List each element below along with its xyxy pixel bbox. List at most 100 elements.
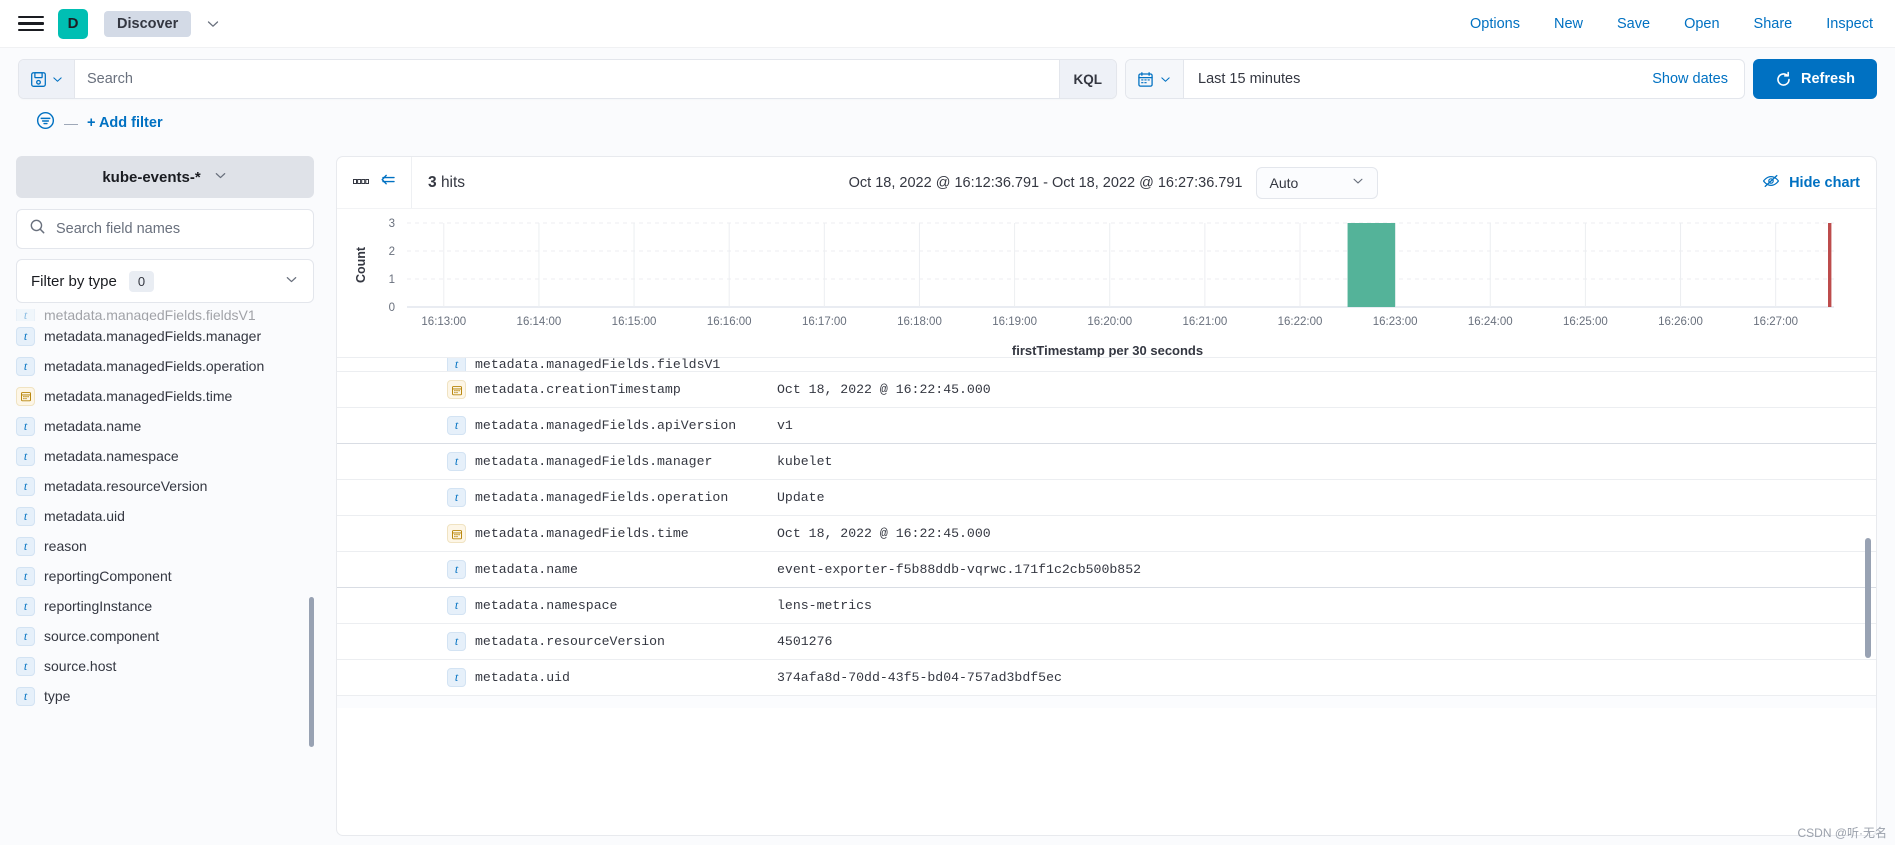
sidebar-field-item[interactable]: t metadata.name bbox=[16, 411, 314, 441]
string-type-icon: t bbox=[447, 358, 466, 371]
string-type-icon: t bbox=[447, 632, 466, 651]
show-dates-button[interactable]: Show dates bbox=[1636, 71, 1744, 87]
sidebar-field-item[interactable]: t reason bbox=[16, 531, 314, 561]
string-type-icon: t bbox=[16, 536, 35, 556]
sidebar-field-name: metadata.managedFields.fieldsV1 bbox=[44, 309, 256, 321]
sidebar-field-item[interactable]: t metadata.managedFields.fieldsV1 bbox=[16, 309, 314, 321]
table-row[interactable]: t metadata.name event-exporter-f5b88ddb-vq… bbox=[337, 552, 1876, 588]
string-type-icon: t bbox=[16, 326, 35, 346]
nav-options-button[interactable]: Options bbox=[1470, 16, 1520, 32]
hide-chart-button[interactable]: Hide chart bbox=[1762, 173, 1860, 193]
row-field-cell: t metadata.name bbox=[447, 560, 777, 579]
query-language-badge[interactable]: KQL bbox=[1058, 60, 1116, 98]
filter-icon[interactable] bbox=[36, 111, 55, 135]
table-row[interactable]: t metadata.managedFields.fieldsV1 bbox=[337, 358, 1876, 372]
grid-dots-icon[interactable] bbox=[353, 174, 370, 192]
table-row[interactable]: t metadata.namespace lens-metrics bbox=[337, 588, 1876, 624]
svg-text:1: 1 bbox=[389, 274, 395, 286]
sidebar-field-item[interactable]: t metadata.namespace bbox=[16, 441, 314, 471]
string-type-icon: t bbox=[16, 566, 35, 586]
nav-share-button[interactable]: Share bbox=[1754, 16, 1793, 32]
chevron-down-icon bbox=[284, 272, 299, 290]
query-bar: KQL Last 15 minutes Show dates bbox=[0, 48, 1895, 146]
table-row[interactable]: t metadata.resourceVersion 4501276 bbox=[337, 624, 1876, 660]
sidebar-scrollbar[interactable] bbox=[309, 597, 314, 747]
collapse-left-icon[interactable] bbox=[379, 172, 397, 193]
discover-panel: 3 hits Oct 18, 2022 @ 16:12:36.791 - Oct… bbox=[336, 156, 1877, 836]
filter-by-type-label: Filter by type bbox=[31, 272, 117, 290]
row-field-cell: t metadata.resourceVersion bbox=[447, 632, 777, 651]
hits-label: hits bbox=[440, 173, 466, 191]
string-type-icon: t bbox=[16, 626, 35, 646]
chevron-down-icon[interactable] bbox=[205, 16, 221, 32]
sidebar-field-item[interactable]: t metadata.managedFields.manager bbox=[16, 321, 314, 351]
sidebar-field-name: metadata.resourceVersion bbox=[44, 478, 208, 494]
row-field-value: kubelet bbox=[777, 454, 833, 469]
sidebar-field-item[interactable]: t source.host bbox=[16, 651, 314, 681]
string-type-icon: t bbox=[447, 596, 466, 615]
svg-text:16:22:00: 16:22:00 bbox=[1278, 316, 1323, 328]
interval-select[interactable]: Auto bbox=[1256, 166, 1379, 199]
index-pattern-selector[interactable]: kube-events-* bbox=[16, 156, 314, 198]
sidebar-field-name: metadata.managedFields.operation bbox=[44, 358, 265, 374]
sidebar-field-item[interactable]: t source.component bbox=[16, 621, 314, 651]
nav-inspect-button[interactable]: Inspect bbox=[1826, 16, 1873, 32]
table-row[interactable]: metadata.managedFields.time Oct 18, 2022 … bbox=[337, 516, 1876, 552]
document-table-scrollbar[interactable] bbox=[1865, 538, 1871, 658]
svg-text:16:23:00: 16:23:00 bbox=[1373, 316, 1418, 328]
field-list[interactable]: t metadata.managedFields.fieldsV1 t metadat… bbox=[16, 307, 314, 845]
nav-save-button[interactable]: Save bbox=[1617, 16, 1650, 32]
sidebar-field-item[interactable]: t type bbox=[16, 681, 314, 711]
histogram-chart[interactable]: 0 1 2 3 Count 16:13:00 16:14:00 16:15:00 16:16:0… bbox=[337, 209, 1876, 358]
hamburger-icon[interactable] bbox=[18, 14, 44, 34]
table-row[interactable]: t metadata.managedFields.apiVersion v1 bbox=[337, 408, 1876, 444]
field-search-input[interactable] bbox=[56, 221, 301, 237]
svg-text:16:15:00: 16:15:00 bbox=[612, 316, 657, 328]
row-field-name: metadata.managedFields.operation bbox=[475, 490, 729, 505]
row-field-name: metadata.managedFields.fieldsV1 bbox=[475, 358, 721, 372]
table-row[interactable]: t metadata.managedFields.manager kubelet bbox=[337, 444, 1876, 480]
chart-header-icons bbox=[337, 157, 412, 208]
string-type-icon: t bbox=[447, 488, 466, 507]
date-type-icon bbox=[16, 386, 35, 406]
calendar-icon[interactable] bbox=[1126, 60, 1184, 98]
table-row[interactable]: metadata.creationTimestamp Oct 18, 2022 @… bbox=[337, 372, 1876, 408]
nav-open-button[interactable]: Open bbox=[1684, 16, 1719, 32]
nav-new-button[interactable]: New bbox=[1554, 16, 1583, 32]
svg-text:16:16:00: 16:16:00 bbox=[707, 316, 752, 328]
sidebar-field-item[interactable]: t metadata.uid bbox=[16, 501, 314, 531]
space-avatar[interactable]: D bbox=[58, 8, 88, 39]
sidebar-field-item[interactable]: metadata.managedFields.time bbox=[16, 381, 314, 411]
string-type-icon: t bbox=[16, 356, 35, 376]
refresh-button[interactable]: Refresh bbox=[1753, 59, 1877, 99]
table-row[interactable]: t metadata.managedFields.operation Update bbox=[337, 480, 1876, 516]
top-navigation-bar: D Discover Options New Save Open Share I… bbox=[0, 0, 1895, 48]
sidebar-field-name: metadata.name bbox=[44, 418, 142, 434]
breadcrumb[interactable]: Discover bbox=[104, 10, 192, 37]
filter-by-type-button[interactable]: Filter by type 0 bbox=[16, 259, 314, 303]
hits-number: 3 bbox=[428, 173, 437, 191]
svg-text:16:27:00: 16:27:00 bbox=[1753, 316, 1798, 328]
svg-text:16:21:00: 16:21:00 bbox=[1182, 316, 1227, 328]
row-field-value: 374afa8d-70dd-43f5-bd04-757ad3bdf5ec bbox=[777, 670, 1062, 685]
add-filter-button[interactable]: + Add filter bbox=[87, 115, 163, 131]
search-input[interactable] bbox=[75, 71, 1059, 87]
table-row[interactable]: t metadata.uid 374afa8d-70dd-43f5-bd04-757… bbox=[337, 660, 1876, 696]
search-icon bbox=[29, 218, 46, 240]
row-field-name: metadata.managedFields.manager bbox=[475, 454, 713, 469]
row-field-value: Oct 18, 2022 @ 16:22:45.000 bbox=[777, 382, 991, 397]
sidebar-field-item[interactable]: t metadata.resourceVersion bbox=[16, 471, 314, 501]
chart-time-range-group: Oct 18, 2022 @ 16:12:36.791 - Oct 18, 20… bbox=[465, 166, 1762, 199]
sidebar-field-item[interactable]: t reportingInstance bbox=[16, 591, 314, 621]
row-field-name: metadata.creationTimestamp bbox=[475, 382, 681, 397]
svg-text:16:14:00: 16:14:00 bbox=[517, 316, 562, 328]
chart-header: 3 hits Oct 18, 2022 @ 16:12:36.791 - Oct… bbox=[337, 157, 1876, 209]
filter-by-type-count: 0 bbox=[128, 270, 155, 292]
sidebar-field-item[interactable]: t reportingComponent bbox=[16, 561, 314, 591]
saved-query-button[interactable] bbox=[19, 60, 75, 98]
svg-text:16:18:00: 16:18:00 bbox=[897, 316, 942, 328]
date-picker: Last 15 minutes Show dates bbox=[1125, 59, 1745, 99]
sidebar-field-name: metadata.managedFields.manager bbox=[44, 328, 262, 344]
sidebar-field-item[interactable]: t metadata.managedFields.operation bbox=[16, 351, 314, 381]
date-range-text[interactable]: Last 15 minutes bbox=[1184, 71, 1636, 87]
